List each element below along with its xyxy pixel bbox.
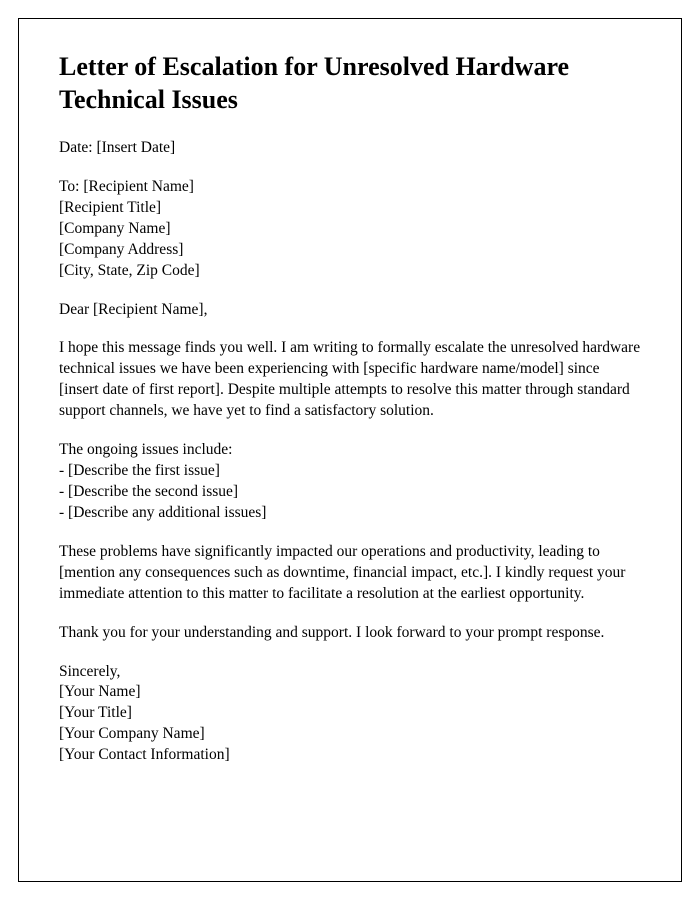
issues-list: - [Describe the first issue] - [Describe… [59, 461, 641, 524]
issue-item: - [Describe the second issue] [59, 482, 641, 503]
paragraph-3: Thank you for your understanding and sup… [59, 623, 641, 644]
issue-item: - [Describe any additional issues] [59, 503, 641, 524]
document-title: Letter of Escalation for Unresolved Hard… [59, 51, 641, 116]
closing-contact: [Your Contact Information] [59, 745, 641, 766]
recipient-block: To: [Recipient Name] [Recipient Title] [… [59, 177, 641, 282]
issues-intro: The ongoing issues include: [59, 440, 641, 461]
issue-item: - [Describe the first issue] [59, 461, 641, 482]
recipient-title: [Recipient Title] [59, 198, 641, 219]
date-line: Date: [Insert Date] [59, 138, 641, 159]
recipient-city-state-zip: [City, State, Zip Code] [59, 261, 641, 282]
recipient-company: [Company Name] [59, 219, 641, 240]
closing-name: [Your Name] [59, 682, 641, 703]
closing-company: [Your Company Name] [59, 724, 641, 745]
recipient-address: [Company Address] [59, 240, 641, 261]
closing-sincerely: Sincerely, [59, 662, 641, 683]
closing-block: Sincerely, [Your Name] [Your Title] [You… [59, 662, 641, 767]
salutation: Dear [Recipient Name], [59, 300, 641, 321]
paragraph-1: I hope this message finds you well. I am… [59, 338, 641, 422]
closing-title: [Your Title] [59, 703, 641, 724]
document-page: Letter of Escalation for Unresolved Hard… [18, 18, 682, 882]
paragraph-2: These problems have significantly impact… [59, 542, 641, 605]
recipient-to: To: [Recipient Name] [59, 177, 641, 198]
